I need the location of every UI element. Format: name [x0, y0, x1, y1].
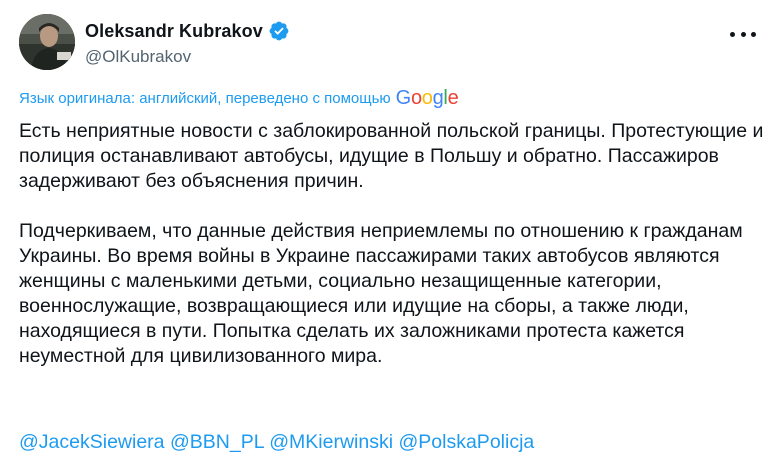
google-logo: Google [395, 87, 459, 109]
display-name[interactable]: Oleksandr Kubrakov [85, 21, 263, 42]
mention-link[interactable]: @JacekSiewiera [19, 431, 165, 453]
tweet-text: Есть неприятные новости с заблокированно… [19, 119, 764, 369]
tweet-paragraph: Есть неприятные новости с заблокированно… [19, 120, 764, 192]
mention-link[interactable]: @PolskaPolicja [398, 431, 534, 453]
mention-link[interactable]: @MKierwinski [269, 431, 393, 453]
author-block: Oleksandr Kubrakov @OlKubrakov [85, 19, 290, 67]
mention-link[interactable]: @BBN_PL [170, 431, 264, 453]
verified-badge-icon[interactable] [268, 20, 290, 42]
translation-text[interactable]: Язык оригинала: английский, переведено с… [19, 90, 391, 107]
translation-notice: Язык оригинала: английский, переведено с… [19, 87, 459, 109]
tweet-paragraph: Подчеркиваем, что данные действия неприе… [19, 220, 743, 367]
mentions-row: @JacekSiewiera @BBN_PL @MKierwinski @Pol… [19, 430, 534, 455]
name-row: Oleksandr Kubrakov [85, 19, 290, 43]
handle[interactable]: @OlKubrakov [85, 47, 290, 67]
more-options-icon[interactable] [730, 24, 756, 44]
profile-photo-icon [19, 14, 75, 70]
tweet-card: Oleksandr Kubrakov @OlKubrakov Язык ориг… [0, 0, 778, 468]
avatar[interactable] [19, 14, 75, 70]
